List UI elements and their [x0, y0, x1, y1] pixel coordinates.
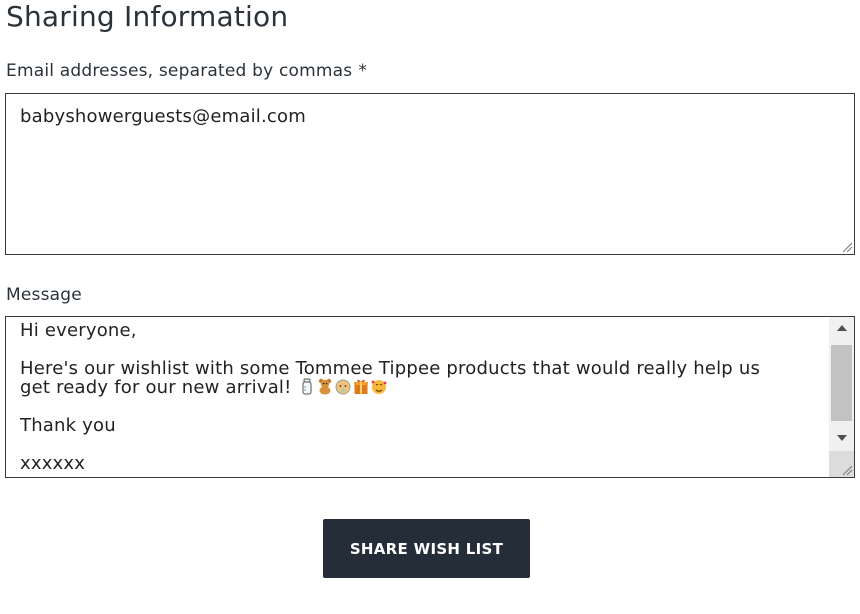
chevron-down-icon — [836, 435, 847, 441]
email-label-text: Email addresses, separated by commas — [6, 61, 353, 81]
gift-icon — [354, 379, 369, 394]
resize-grip-icon[interactable] — [841, 464, 853, 476]
required-marker: * — [358, 61, 368, 81]
email-field-value: babyshowerguests@email.com — [20, 106, 306, 127]
message-line-greeting: Hi everyone, — [20, 320, 137, 341]
message-label: Message — [6, 285, 82, 305]
message-text: Hi everyone, Here's our wishlist with so… — [20, 321, 824, 473]
baby-bottle-icon — [302, 378, 312, 395]
share-wish-list-button[interactable]: SHARE WISH LIST — [323, 519, 530, 578]
chevron-up-icon — [836, 325, 847, 331]
email-label: Email addresses, separated by commas * — [6, 61, 367, 81]
message-line-body-1: Here's our wishlist with some Tommee Tip… — [20, 358, 761, 379]
resize-grip-icon[interactable] — [841, 241, 853, 253]
scroll-thumb[interactable] — [831, 345, 852, 421]
message-line-body-2: get ready for our new arrival! — [20, 377, 292, 398]
scroll-up-button[interactable] — [829, 319, 854, 337]
teddy-bear-icon — [319, 378, 332, 395]
sharing-form: Sharing Information Email addresses, sep… — [0, 0, 860, 614]
page-title: Sharing Information — [6, 0, 289, 33]
resize-corner[interactable] — [829, 451, 854, 477]
message-field[interactable]: Hi everyone, Here's our wishlist with so… — [5, 316, 855, 478]
message-scrollbar[interactable] — [829, 317, 854, 477]
email-field[interactable]: babyshowerguests@email.com — [5, 93, 855, 255]
message-line-signoff: xxxxxx — [20, 453, 86, 474]
baby-face-icon — [335, 379, 351, 395]
message-line-thanks: Thank you — [20, 415, 116, 436]
message-line-body-2-wrap: get ready for our new arrival! — [20, 378, 824, 397]
smiling-face-hearts-icon — [372, 380, 387, 394]
scroll-down-button[interactable] — [829, 429, 854, 447]
